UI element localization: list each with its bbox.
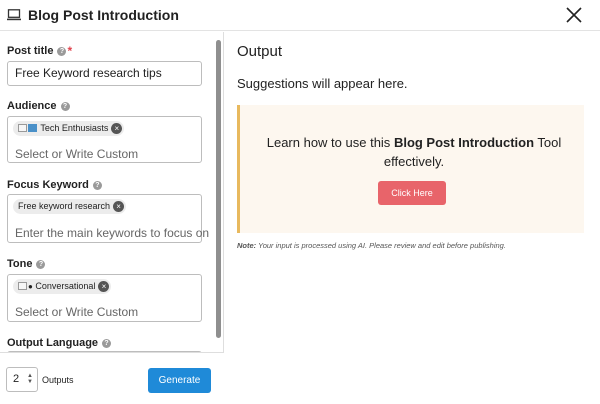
tone-placeholder: Select or Write Custom [15, 305, 139, 319]
audience-field[interactable]: Tech Enthusiasts × Select or Write Custo… [7, 116, 202, 163]
empty-state-text: Suggestions will appear here. [237, 76, 408, 91]
focus-keyword-chip: Free keyword research × [13, 199, 127, 214]
tool-name: Blog Post Introduction [393, 135, 535, 150]
generate-button[interactable]: Generate [148, 368, 211, 393]
help-icon[interactable]: ? [36, 259, 46, 269]
help-icon[interactable]: ? [57, 46, 67, 56]
post-title-label: Post title ? * [7, 44, 73, 58]
title-bar: Blog Post Introduction [0, 0, 600, 31]
close-icon[interactable] [565, 6, 583, 24]
remove-chip-icon[interactable]: × [98, 281, 110, 292]
tone-label: Tone ? [7, 258, 46, 270]
ai-disclaimer: Note: Your input is processed using AI. … [237, 241, 506, 250]
audience-label: Audience ? [7, 100, 70, 112]
form-footer: 2 ▲ ▼ Outputs Generate [0, 352, 224, 404]
output-title: Output [237, 43, 283, 60]
required-mark: * [67, 44, 73, 58]
scrollbar-thumb[interactable] [216, 40, 221, 338]
focus-keyword-field[interactable]: Free keyword research × Enter the main k… [7, 194, 209, 243]
remove-chip-icon[interactable]: × [111, 123, 123, 134]
help-icon[interactable]: ? [102, 338, 112, 348]
window-title: Blog Post Introduction [28, 7, 179, 23]
output-panel: Output Suggestions will appear here. Lea… [225, 32, 600, 404]
click-here-button[interactable]: Click Here [378, 181, 446, 205]
help-icon[interactable]: ? [60, 101, 70, 111]
output-language-label: Output Language ? [7, 337, 112, 349]
image-icon [28, 124, 37, 132]
audience-chip: Tech Enthusiasts × [13, 121, 125, 136]
broken-image-icon [18, 124, 27, 132]
remove-chip-icon[interactable]: × [113, 201, 125, 212]
stepper-icon[interactable]: ▲ ▼ [27, 373, 33, 385]
tone-field[interactable]: ● Conversational × Select or Write Custo… [7, 274, 202, 322]
help-callout-text: Learn how to use this Blog Post Introduc… [266, 135, 562, 169]
laptop-icon [7, 9, 21, 21]
form-scroll-area[interactable]: Post title ? * Free Keyword research tip… [0, 32, 224, 352]
input-panel: Post title ? * Free Keyword research tip… [0, 32, 224, 404]
help-callout: Learn how to use this Blog Post Introduc… [237, 105, 584, 233]
help-icon[interactable]: ? [92, 180, 102, 190]
post-title-input[interactable]: Free Keyword research tips [7, 61, 202, 86]
tone-chip: ● Conversational × [13, 279, 112, 294]
audience-placeholder: Select or Write Custom [15, 147, 139, 161]
outputs-count-input[interactable]: 2 ▲ ▼ [6, 367, 38, 392]
outputs-label: Outputs [42, 375, 74, 385]
speech-bubble-icon: ● [28, 282, 33, 291]
focus-keyword-placeholder: Enter the main keywords to focus on [15, 226, 210, 240]
focus-keyword-label: Focus Keyword ? [7, 179, 102, 191]
broken-image-icon [18, 282, 27, 290]
